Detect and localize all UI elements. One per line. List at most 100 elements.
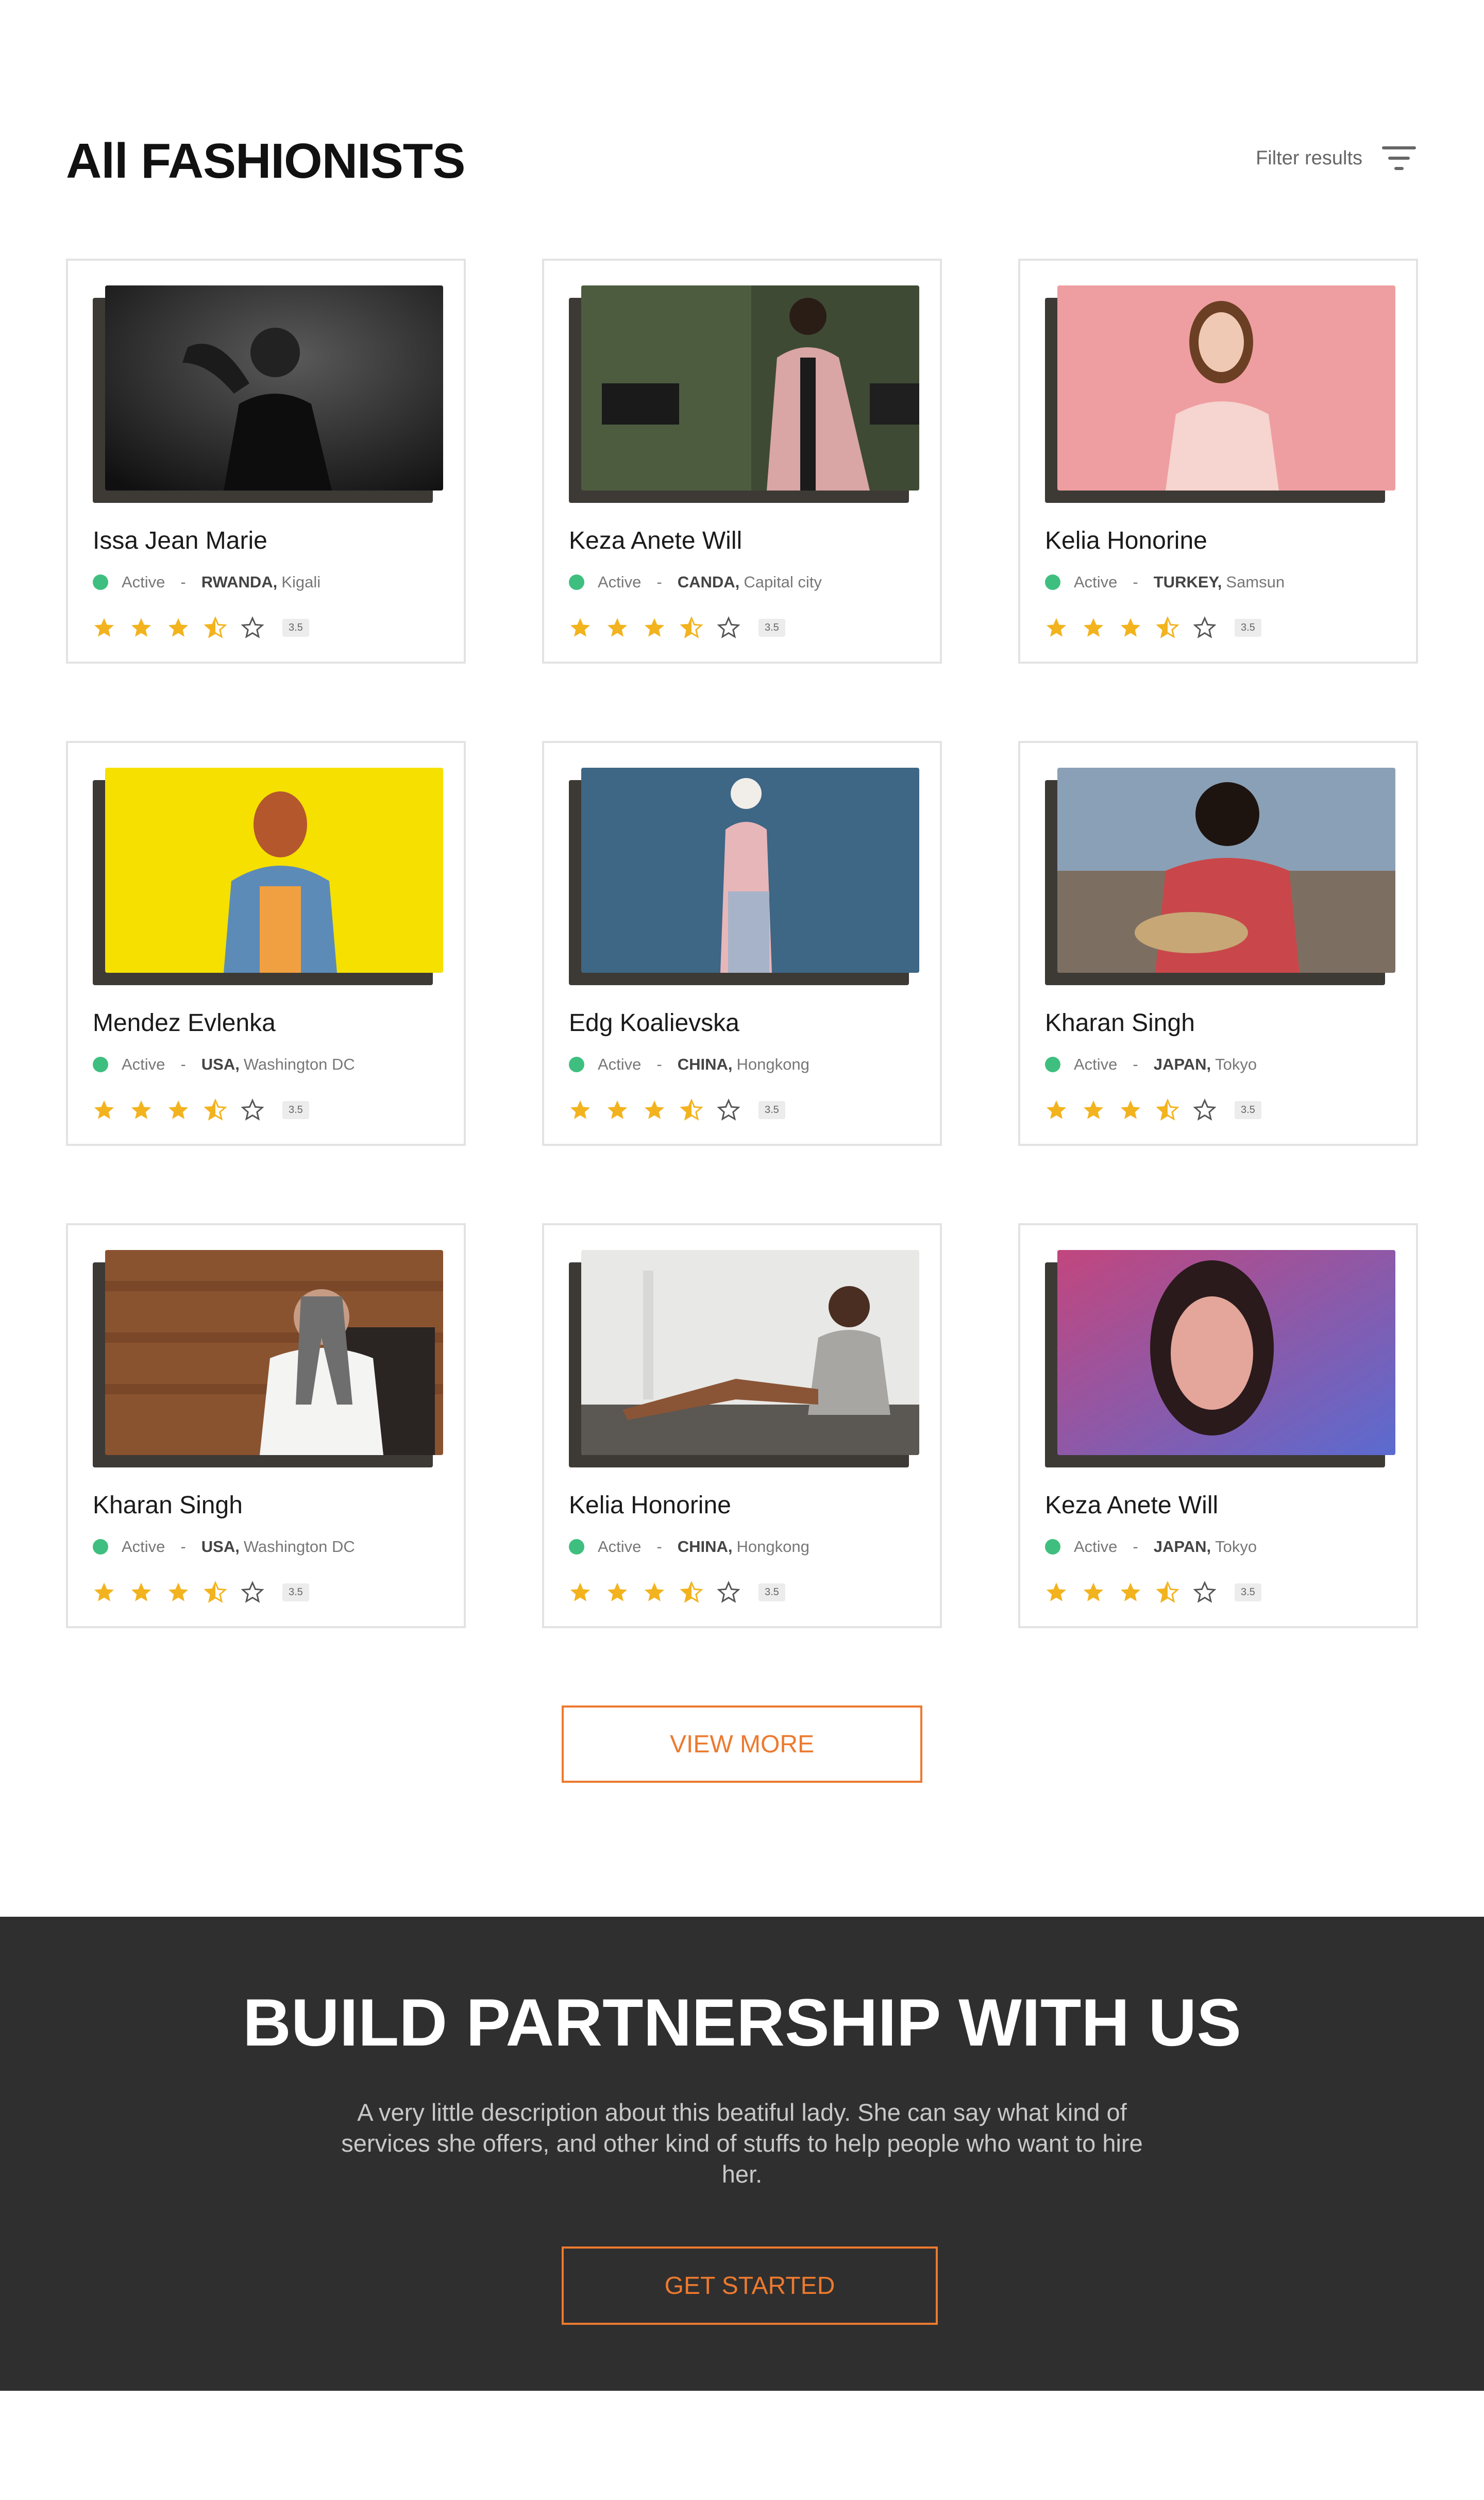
status-dot-icon: [569, 1057, 584, 1072]
fashionist-name[interactable]: Kharan Singh: [93, 1491, 243, 1519]
star-half-icon: [680, 1099, 703, 1121]
profile-photo[interactable]: [1057, 285, 1395, 491]
country: JAPAN,: [1153, 1055, 1211, 1073]
star-full-icon: [1046, 1100, 1067, 1119]
get-started-button[interactable]: GET STARTED: [562, 2246, 938, 2325]
star-full-icon: [644, 1582, 665, 1601]
separator: -: [180, 1055, 186, 1073]
fashionist-name[interactable]: Issa Jean Marie: [93, 527, 267, 555]
fashionist-card[interactable]: Kelia Honorine Active - CHINA, Hongkong …: [542, 1223, 942, 1628]
filter-results-label: Filter results: [1256, 147, 1362, 169]
card-photo[interactable]: [569, 285, 923, 503]
cta-title: BUILD PARTNERSHIP WITH US: [242, 1985, 1241, 2060]
status-text: Active: [122, 1538, 165, 1556]
profile-photo[interactable]: [581, 285, 919, 491]
star-empty-icon: [241, 1099, 264, 1121]
filter-results-button[interactable]: Filter results: [1256, 144, 1416, 172]
rating-value-badge: 3.5: [282, 1101, 309, 1119]
card-photo[interactable]: [93, 1250, 447, 1467]
city: Hongkong: [736, 1538, 810, 1556]
star-half-icon: [1156, 1581, 1179, 1603]
profile-photo[interactable]: [1057, 768, 1395, 973]
rating-value-badge: 3.5: [758, 1583, 785, 1601]
star-half-icon: [204, 1099, 227, 1121]
card-photo[interactable]: [569, 1250, 923, 1467]
status-text: Active: [598, 573, 642, 591]
card-photo[interactable]: [1045, 285, 1399, 503]
star-full-icon: [570, 1100, 591, 1119]
fashionist-name[interactable]: Kharan Singh: [1045, 1009, 1195, 1037]
card-photo[interactable]: [93, 285, 447, 503]
rating-value-badge: 3.5: [1235, 1583, 1261, 1601]
star-empty-icon: [717, 1581, 740, 1603]
status-dot-icon: [1045, 1539, 1060, 1555]
profile-photo[interactable]: [105, 768, 443, 973]
star-empty-icon: [241, 1581, 264, 1603]
fashionist-card[interactable]: Edg Koalievska Active - CHINA, Hongkong …: [542, 741, 942, 1146]
cta-description: A very little description about this bea…: [341, 2099, 1143, 2188]
status-location: Active - TURKEY, Samsun: [1045, 573, 1285, 592]
country: RWANDA,: [201, 573, 278, 591]
card-photo[interactable]: [1045, 768, 1399, 985]
fashionist-card[interactable]: Keza Anete Will Active - CANDA, Capital …: [542, 259, 942, 664]
star-empty-icon: [1193, 616, 1216, 638]
card-photo[interactable]: [1045, 1250, 1399, 1467]
star-full-icon: [570, 1582, 591, 1601]
star-empty-icon: [717, 1099, 740, 1121]
star-full-icon: [168, 1100, 189, 1119]
star-half-icon: [680, 616, 703, 638]
status-location: Active - CHINA, Hongkong: [569, 1055, 810, 1074]
separator: -: [1133, 1538, 1138, 1556]
card-photo[interactable]: [93, 768, 447, 985]
rating-stars: 3.5: [93, 616, 309, 639]
country: TURKEY,: [1153, 573, 1222, 591]
status-dot-icon: [1045, 1057, 1060, 1072]
star-full-icon: [168, 618, 189, 637]
city: Tokyo: [1215, 1538, 1257, 1556]
fashionist-card[interactable]: Keza Anete Will Active - JAPAN, Tokyo 3.…: [1018, 1223, 1418, 1628]
rating-stars: 3.5: [569, 616, 785, 639]
city: Washington DC: [243, 1538, 355, 1556]
fashionist-name[interactable]: Kelia Honorine: [1045, 527, 1207, 555]
star-half-icon: [680, 1581, 703, 1603]
status-dot-icon: [93, 1539, 108, 1555]
fashionist-card[interactable]: Mendez Evlenka Active - USA, Washington …: [66, 741, 466, 1146]
fashionist-name[interactable]: Keza Anete Will: [1045, 1491, 1218, 1519]
status-text: Active: [598, 1055, 642, 1073]
star-full-icon: [607, 1582, 628, 1601]
card-photo[interactable]: [569, 768, 923, 985]
rating-value-badge: 3.5: [282, 1583, 309, 1601]
rating-stars: 3.5: [1045, 1581, 1261, 1603]
profile-photo[interactable]: [105, 1250, 443, 1455]
status-text: Active: [122, 573, 165, 591]
fashionist-name[interactable]: Keza Anete Will: [569, 527, 742, 555]
status-location: Active - USA, Washington DC: [93, 1538, 355, 1556]
rating-value-badge: 3.5: [1235, 1101, 1261, 1119]
fashionist-name[interactable]: Kelia Honorine: [569, 1491, 731, 1519]
fashionist-card[interactable]: Kelia Honorine Active - TURKEY, Samsun 3…: [1018, 259, 1418, 664]
fashionist-card[interactable]: Kharan Singh Active - JAPAN, Tokyo 3.5: [1018, 741, 1418, 1146]
fashionist-name[interactable]: Edg Koalievska: [569, 1009, 739, 1037]
star-full-icon: [168, 1582, 189, 1601]
view-more-button[interactable]: VIEW MORE: [562, 1705, 922, 1783]
status-dot-icon: [569, 1539, 584, 1555]
star-full-icon: [1083, 1100, 1104, 1119]
separator: -: [1133, 1055, 1138, 1073]
city: Kigali: [281, 573, 321, 591]
rating-stars: 3.5: [1045, 616, 1261, 639]
profile-photo[interactable]: [105, 285, 443, 491]
star-full-icon: [607, 618, 628, 637]
profile-photo[interactable]: [581, 768, 919, 973]
star-full-icon: [94, 1582, 114, 1601]
separator: -: [656, 1055, 662, 1073]
rating-value-badge: 3.5: [282, 618, 309, 637]
profile-photo[interactable]: [1057, 1250, 1395, 1455]
fashionist-name[interactable]: Mendez Evlenka: [93, 1009, 276, 1037]
status-location: Active - JAPAN, Tokyo: [1045, 1055, 1257, 1074]
status-dot-icon: [1045, 575, 1060, 590]
profile-photo[interactable]: [581, 1250, 919, 1455]
fashionist-card[interactable]: Issa Jean Marie Active - RWANDA, Kigali …: [66, 259, 466, 664]
separator: -: [656, 1538, 662, 1556]
fashionist-card[interactable]: Kharan Singh Active - USA, Washington DC…: [66, 1223, 466, 1628]
partnership-section: BUILD PARTNERSHIP WITH US A very little …: [0, 1917, 1484, 2391]
